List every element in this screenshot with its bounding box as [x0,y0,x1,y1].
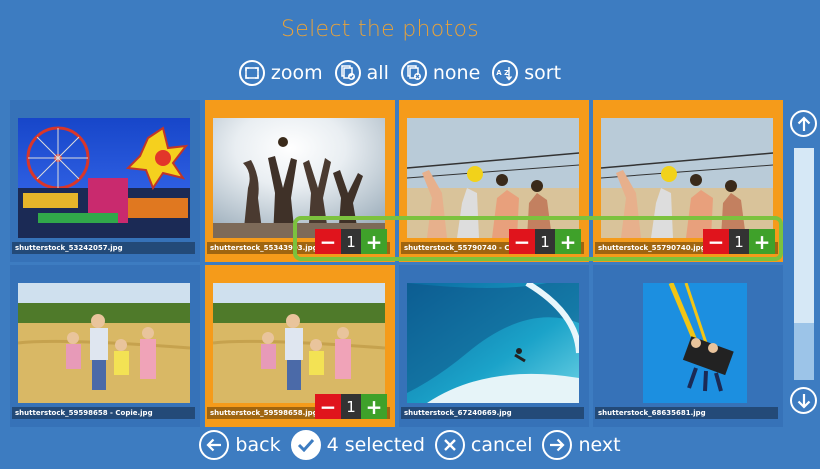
photo-thumbnail-beach-volleyball [213,118,385,238]
photo-grid: shutterstock_53242057.jpg shutterstock_5… [10,100,784,427]
zoom-label: zoom [270,62,323,84]
selected-count: 4 selected [290,430,425,460]
photo-tile[interactable]: shutterstock_68635681.jpg [593,265,783,427]
back-button[interactable]: back [199,430,281,460]
select-all-icon [334,60,361,86]
none-label: none [432,62,481,84]
decrease-quantity-button[interactable]: − [509,229,535,254]
select-all-button[interactable]: all [334,60,389,86]
increase-quantity-button[interactable]: + [555,229,581,254]
close-icon [434,430,465,460]
zoom-icon [238,60,265,86]
cancel-button[interactable]: cancel [434,430,533,460]
toolbar: zoom all none A Z sort [0,60,800,86]
decrease-quantity-button[interactable]: − [315,229,341,254]
selected-count-label: 4 selected [326,434,425,456]
photo-tile[interactable]: shutterstock_55343903.jpg − 1 + [205,100,395,262]
decrease-quantity-button[interactable]: − [315,394,341,419]
cancel-label: cancel [470,434,533,456]
scroll-up-button[interactable] [790,110,817,137]
quantity-stepper: − 1 + [315,394,387,419]
next-label: next [578,434,621,456]
increase-quantity-button[interactable]: + [361,394,387,419]
quantity-stepper: − 1 + [509,229,581,254]
decrease-quantity-button[interactable]: − [703,229,729,254]
quantity-value: 1 [346,397,356,416]
photo-filename: shutterstock_68635681.jpg [595,407,778,419]
photo-thumbnail-beach-volleyball [601,118,773,238]
photo-thumbnail-family-field-copy [18,283,190,403]
all-label: all [366,62,389,84]
photo-tile[interactable]: shutterstock_55790740.jpg − 1 + [593,100,783,262]
quantity-value: 1 [734,232,744,251]
zoom-button[interactable]: zoom [238,60,323,86]
photo-thumbnail-beach-volleyball-copy [407,118,579,238]
next-button[interactable]: next [542,430,621,460]
quantity-value: 1 [540,232,550,251]
arrow-right-icon [542,430,573,460]
increase-quantity-button[interactable]: + [749,229,775,254]
increase-quantity-button[interactable]: + [361,229,387,254]
photo-thumbnail-surf-wave [407,283,579,403]
photo-selection-screen: Select the photos zoom all none A Z sort… [0,0,820,469]
photo-tile[interactable]: shutterstock_67240669.jpg [399,265,589,427]
quantity-stepper: − 1 + [315,229,387,254]
photo-thumbnail-family-field [213,283,385,403]
photo-tile[interactable]: shutterstock_55790740 - Copie.jpg − 1 + [399,100,589,262]
scroll-thumb[interactable] [794,148,814,323]
vertical-scrollbar[interactable] [787,100,820,427]
scroll-down-button[interactable] [790,387,817,414]
arrow-down-icon [797,393,810,409]
select-none-icon [400,60,427,86]
photo-thumbnail-swing-ride [601,283,773,403]
arrow-up-icon [797,115,810,131]
checkmark-icon [290,430,321,460]
arrow-left-icon [199,430,230,460]
sort-az-icon: A Z [492,60,519,86]
photo-thumbnail-funfair [18,118,190,238]
sort-button[interactable]: A Z sort [492,60,561,86]
photo-tile[interactable]: shutterstock_59598658.jpg − 1 + [205,265,395,427]
page-title: Select the photos [281,17,479,42]
quantity-value: 1 [346,232,356,251]
quantity-stepper: − 1 + [703,229,775,254]
back-label: back [235,434,281,456]
sort-label: sort [524,62,562,84]
photo-filename: shutterstock_59598658 - Copie.jpg [12,407,195,419]
photo-tile[interactable]: shutterstock_59598658 - Copie.jpg [10,265,200,427]
photo-filename: shutterstock_53242057.jpg [12,242,195,254]
photo-filename: shutterstock_67240669.jpg [401,407,584,419]
photo-tile[interactable]: shutterstock_53242057.jpg [10,100,200,262]
select-none-button[interactable]: none [400,60,481,86]
bottom-action-bar: back 4 selected cancel next [0,430,820,460]
